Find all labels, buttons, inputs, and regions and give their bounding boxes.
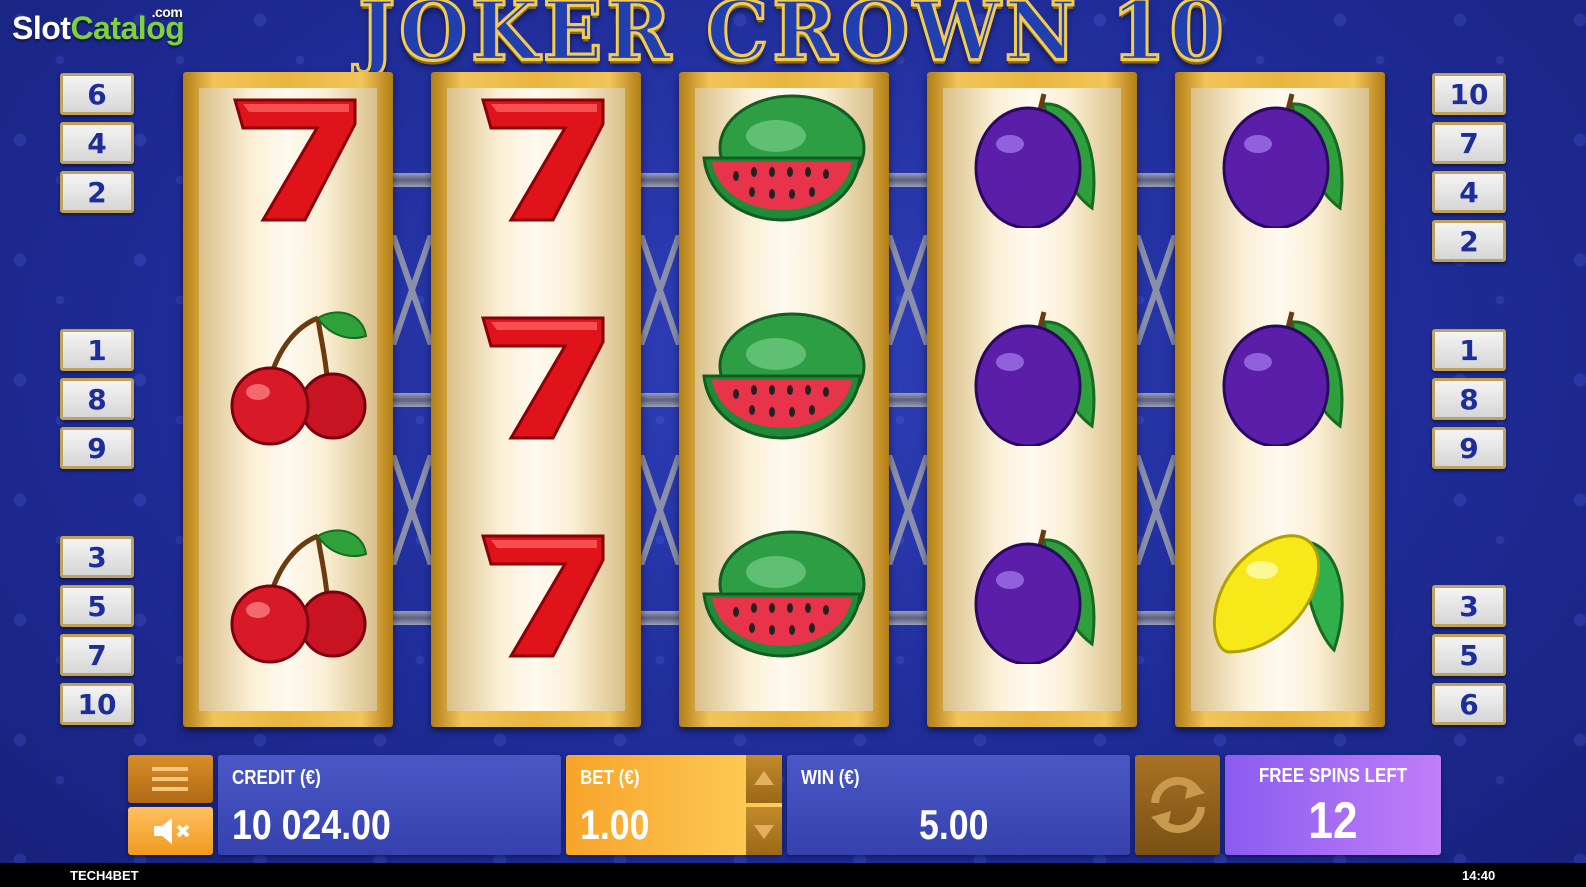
watermelon-icon xyxy=(695,306,873,446)
connector-bar xyxy=(641,393,679,407)
connector-bar xyxy=(393,393,431,407)
payline-badge[interactable]: 7 xyxy=(60,634,134,676)
credit-value: 10 024.00 xyxy=(232,801,391,848)
payline-badge[interactable]: 3 xyxy=(60,536,134,578)
payline-badge[interactable]: 2 xyxy=(60,171,134,213)
reel-window xyxy=(695,88,873,711)
payline-badge[interactable]: 1 xyxy=(1432,329,1506,371)
watermelon-icon xyxy=(695,524,873,664)
free-spins-label: FREE SPINS LEFT xyxy=(1258,765,1408,787)
watermelon-icon xyxy=(695,88,873,228)
reel-5 xyxy=(1175,72,1385,727)
connector-bar xyxy=(889,173,927,187)
lattice-cross xyxy=(1137,455,1175,565)
arrow-down-icon xyxy=(754,825,774,839)
bet-value: 1.00 xyxy=(580,801,650,848)
clock-time: 14:40 xyxy=(1462,868,1496,883)
seven-icon xyxy=(447,88,625,228)
status-bar: TECH4BET 14:40 xyxy=(0,863,1586,887)
menu-icon xyxy=(152,767,188,791)
seven-icon xyxy=(199,88,377,228)
connector-bar xyxy=(889,393,927,407)
payline-badge[interactable]: 4 xyxy=(60,122,134,164)
cherry-icon xyxy=(199,306,377,446)
connector-bar xyxy=(641,173,679,187)
bet-panel: BET (€) 1.00 xyxy=(566,755,782,855)
reel-3 xyxy=(679,72,889,727)
menu-button[interactable] xyxy=(128,755,213,803)
connector-bar xyxy=(1137,611,1175,625)
seven-icon xyxy=(447,524,625,664)
win-label: WIN (€) xyxy=(801,767,860,789)
payline-badge[interactable]: 5 xyxy=(1432,634,1506,676)
lattice-cross xyxy=(889,455,927,565)
credit-panel: CREDIT (€) 10 024.00 xyxy=(218,755,561,855)
lattice-cross xyxy=(641,455,679,565)
lattice-cross xyxy=(393,455,431,565)
connector-bar xyxy=(889,611,927,625)
win-panel: WIN (€) 5.00 xyxy=(787,755,1130,855)
reel-2 xyxy=(431,72,641,727)
bet-label: BET (€) xyxy=(580,767,640,789)
reel-4 xyxy=(927,72,1137,727)
plum-icon xyxy=(943,306,1121,446)
sound-button[interactable] xyxy=(128,807,213,855)
payline-badge[interactable]: 8 xyxy=(60,378,134,420)
refresh-icon xyxy=(1151,776,1205,834)
payline-badge[interactable]: 6 xyxy=(60,73,134,115)
payline-badge[interactable]: 3 xyxy=(1432,585,1506,627)
connector-bar xyxy=(1137,173,1175,187)
payline-badge[interactable]: 9 xyxy=(60,427,134,469)
plum-icon xyxy=(943,524,1121,664)
lemon-icon xyxy=(1191,524,1369,664)
spin-button[interactable] xyxy=(1135,755,1220,855)
mute-icon xyxy=(154,818,190,844)
payline-badge[interactable]: 10 xyxy=(1432,73,1506,115)
reel-window xyxy=(1191,88,1369,711)
payline-badge[interactable]: 7 xyxy=(1432,122,1506,164)
free-spins-panel: FREE SPINS LEFT 12 xyxy=(1225,755,1441,855)
credit-label: CREDIT (€) xyxy=(232,767,321,789)
lattice-cross xyxy=(1137,235,1175,345)
reel-window xyxy=(447,88,625,711)
reel-window xyxy=(199,88,377,711)
free-spins-value: 12 xyxy=(1308,792,1358,850)
payline-badge[interactable]: 1 xyxy=(60,329,134,371)
payline-badge[interactable]: 2 xyxy=(1432,220,1506,262)
plum-icon xyxy=(943,88,1121,228)
connector-bar xyxy=(393,173,431,187)
game-title: JOKER CROWN 10 xyxy=(357,0,1228,81)
payline-badge[interactable]: 4 xyxy=(1432,171,1506,213)
cherry-icon xyxy=(199,524,377,664)
bet-increase-button[interactable] xyxy=(746,755,782,803)
payline-badge[interactable]: 10 xyxy=(60,683,134,725)
arrow-up-icon xyxy=(754,771,774,785)
provider-name: TECH4BET xyxy=(70,868,139,883)
lattice-cross xyxy=(641,235,679,345)
payline-badge[interactable]: 9 xyxy=(1432,427,1506,469)
bet-decrease-button[interactable] xyxy=(746,807,782,855)
lattice-cross xyxy=(393,235,431,345)
reel-1 xyxy=(183,72,393,727)
plum-icon xyxy=(1191,306,1369,446)
connector-bar xyxy=(1137,393,1175,407)
connector-bar xyxy=(641,611,679,625)
connector-bar xyxy=(393,611,431,625)
reel-window xyxy=(943,88,1121,711)
payline-badge[interactable]: 5 xyxy=(60,585,134,627)
win-value: 5.00 xyxy=(919,801,989,848)
plum-icon xyxy=(1191,88,1369,228)
lattice-cross xyxy=(889,235,927,345)
seven-icon xyxy=(447,306,625,446)
payline-badge[interactable]: 8 xyxy=(1432,378,1506,420)
payline-badge[interactable]: 6 xyxy=(1432,683,1506,725)
